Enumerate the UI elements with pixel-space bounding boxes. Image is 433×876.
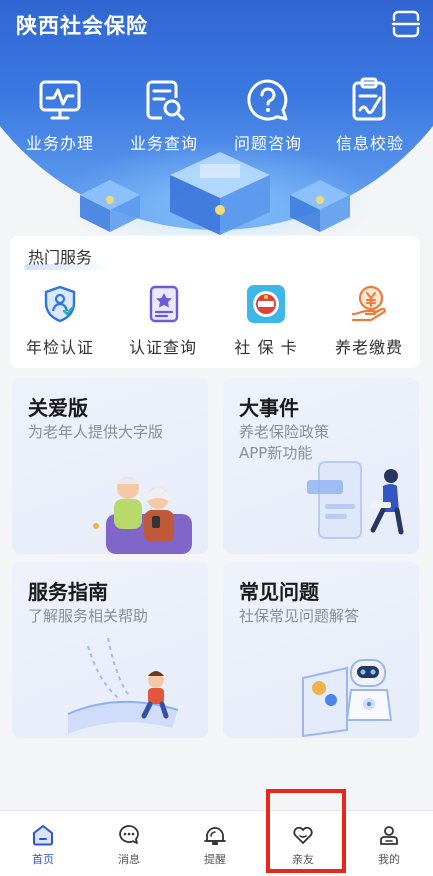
nav-label: 首页: [32, 853, 54, 866]
clipboard-sign-icon: [352, 77, 386, 121]
quick-action-label: 信息校验: [335, 134, 404, 153]
service-label: 年检认证: [25, 338, 94, 357]
quick-action-business[interactable]: 业务办理: [8, 76, 112, 160]
card-big-events[interactable]: 大事件 养老保险政策 APP新功能: [223, 378, 419, 554]
quick-action-label: 业务查询: [129, 134, 198, 153]
nav-home[interactable]: 首页: [0, 811, 86, 876]
shield-person-icon: [44, 285, 76, 323]
card-faq[interactable]: 常见问题 社保常见问题解答: [223, 562, 419, 738]
card-title: 大事件: [239, 396, 299, 420]
quick-action-query[interactable]: 业务查询: [112, 76, 216, 160]
app-title: 陕西社会保险: [16, 14, 148, 38]
phone-person-illustration: [307, 461, 404, 539]
card-service-guide[interactable]: 服务指南 了解服务相关帮助: [12, 562, 208, 738]
quick-action-verify[interactable]: 信息校验: [318, 76, 422, 160]
service-auth-query[interactable]: 认证查询: [113, 284, 213, 364]
service-label: 社 保 卡: [234, 338, 298, 357]
bottom-nav: 首页 消息 提醒 亲友 我的: [0, 810, 433, 876]
monitor-chart-icon: [39, 80, 81, 120]
service-social-card[interactable]: 社 保 卡: [216, 284, 316, 364]
nav-label: 我的: [378, 853, 400, 866]
building-illustration: [80, 152, 350, 235]
nav-label: 提醒: [204, 853, 226, 866]
quick-action-label: 业务办理: [25, 134, 94, 153]
social-security-card-icon: [247, 285, 285, 323]
yuan-hand-icon: [351, 285, 386, 322]
header-banner: 陕西社会保险 业务办理 业务查询 问题咨询 信息校验: [0, 0, 433, 235]
chat-bubble-icon: [119, 825, 139, 844]
nav-label: 消息: [118, 853, 140, 866]
elderly-couple-illustration: [93, 477, 192, 554]
card-subtitle: 为老年人提供大字版: [28, 423, 164, 441]
nav-reminders[interactable]: 提醒: [172, 811, 258, 876]
highlight-box: [266, 789, 346, 873]
card-subtitle: 社保常见问题解答: [239, 607, 360, 625]
quick-action-label: 问题咨询: [233, 134, 302, 153]
hot-services-title: 热门服务: [28, 248, 93, 267]
question-bubble-icon: [247, 79, 288, 121]
nav-messages[interactable]: 消息: [86, 811, 172, 876]
robot-book-illustration: [302, 659, 393, 738]
quick-action-consult[interactable]: 问题咨询: [216, 76, 320, 160]
nav-mine[interactable]: 我的: [346, 811, 432, 876]
hot-services-card: 热门服务 年检认证 认证查询 社 保 卡 养老缴费: [10, 236, 420, 368]
scan-icon: [391, 10, 421, 38]
card-care-edition[interactable]: 关爱版 为老年人提供大字版: [12, 378, 208, 554]
service-label: 养老缴费: [334, 338, 403, 357]
star-card-icon: [149, 285, 179, 323]
document-search-icon: [146, 80, 185, 121]
card-title: 常见问题: [239, 580, 319, 604]
book-child-illustration: [67, 637, 179, 734]
service-annual-auth[interactable]: 年检认证: [10, 284, 110, 364]
card-subtitle: 了解服务相关帮助: [28, 607, 149, 625]
scan-button[interactable]: [390, 8, 422, 40]
service-label: 认证查询: [128, 338, 197, 357]
home-icon: [33, 825, 53, 846]
card-title: 服务指南: [28, 580, 108, 604]
bell-icon: [204, 827, 226, 845]
service-pension-payment[interactable]: 养老缴费: [319, 284, 419, 364]
card-title: 关爱版: [28, 396, 88, 420]
user-icon: [380, 826, 398, 845]
